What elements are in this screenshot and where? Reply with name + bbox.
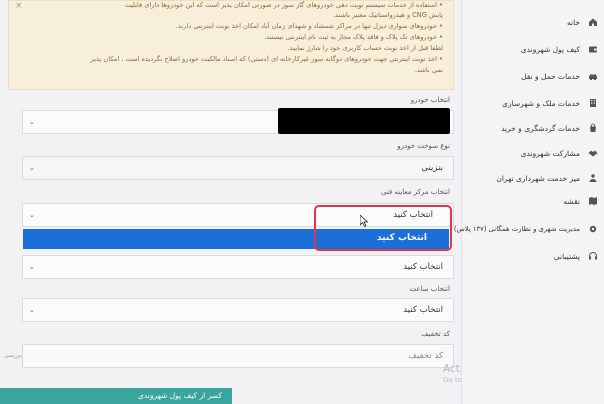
notice-line: • خودروهای سواری دیزل تنها در مراکز شمشا… xyxy=(175,22,443,30)
vehicle-label: انتخاب خودرو xyxy=(410,96,450,104)
sidebar-item-label: خدمات گردشگری و خرید xyxy=(501,123,580,133)
watermark-title: Activate Windows xyxy=(443,363,462,375)
chevron-down-icon: ⌄ xyxy=(29,164,35,172)
notice-line: پایش CNG و هیدرواستاتیک معتبر باشند. xyxy=(332,11,443,19)
sidebar-item-label: خدمات ملک و شهرسازی xyxy=(502,98,580,108)
map-icon xyxy=(588,196,598,206)
sidebar-item-home[interactable]: خانه xyxy=(462,10,604,34)
sidebar-item-label: خدمات حمل و نقل xyxy=(521,71,580,81)
sidebar-item-property[interactable]: خدمات ملک و شهرسازی xyxy=(462,91,604,115)
sidebar-item-transport[interactable]: خدمات حمل و نقل xyxy=(462,64,604,88)
highlight-box xyxy=(314,205,452,251)
sidebar-item-label: مشارکت شهروندی xyxy=(520,148,580,158)
time-value: انتخاب کنید xyxy=(403,305,443,315)
sidebar: خانه کیف پول شهروندی خدمات حمل و نقل خدم… xyxy=(454,0,604,404)
wallet-pay-label: کسر از کیف پول شهروندی xyxy=(137,391,222,400)
settings-icon xyxy=(588,224,598,234)
discount-input[interactable]: کد تخفیف xyxy=(22,344,454,368)
date-value: انتخاب کنید xyxy=(403,262,443,272)
chevron-down-icon: ⌄ xyxy=(29,263,35,271)
desk-icon xyxy=(588,173,598,183)
discount-check-link[interactable]: بررسی xyxy=(4,352,22,359)
shopping-icon xyxy=(588,123,598,133)
building-icon xyxy=(588,98,598,108)
time-label: انتخاب ساعت xyxy=(409,285,450,293)
main-content: × • استفاده از خدمات سیستم نوبت دهی خودر… xyxy=(0,0,462,404)
sidebar-item-label: میز خدمت شهرداری تهران xyxy=(496,173,580,183)
handshake-icon xyxy=(588,148,598,158)
notice-line: لطفا قبل از اخذ نوبت حساب کاربری خود را … xyxy=(287,44,443,52)
notice-line: • استفاده از خدمات سیستم نوبت دهی خودروه… xyxy=(124,1,443,9)
fuel-label: نوع سوخت خودرو xyxy=(397,142,450,150)
wallet-icon xyxy=(588,44,598,54)
notice-box: × • استفاده از خدمات سیستم نوبت دهی خودر… xyxy=(8,0,454,90)
close-icon[interactable]: × xyxy=(15,1,23,11)
date-select[interactable]: ⌄ انتخاب کنید xyxy=(22,255,454,279)
sidebar-item-service-desk[interactable]: میز خدمت شهرداری تهران xyxy=(462,166,604,190)
watermark-subtitle: Go to Settings to activate Windows. xyxy=(443,376,462,384)
sidebar-item-label: کیف پول شهروندی xyxy=(520,44,580,54)
home-icon xyxy=(588,17,598,27)
sidebar-item-label: مدیریت شهری و نظارت همگانی (۱۳۷ پلاس) xyxy=(453,225,580,233)
notice-line: نمی باشد. xyxy=(414,66,443,74)
fuel-select[interactable]: ⌄ بنزینی xyxy=(22,156,454,180)
center-label: انتخاب مرکز معاینه فنی xyxy=(380,188,450,196)
support-icon xyxy=(588,251,598,261)
car-icon xyxy=(588,71,598,81)
mouse-cursor-icon xyxy=(360,215,368,227)
sidebar-item-urban-management[interactable]: مدیریت شهری و نظارت همگانی (۱۳۷ پلاس) xyxy=(454,216,604,242)
chevron-down-icon: ⌄ xyxy=(29,118,35,126)
sidebar-item-label: نقشه xyxy=(563,196,580,206)
notice-line: • اخذ نوبت اینترنتی جهت خودروهای دوگانه … xyxy=(90,55,443,63)
notice-line: • خودروهای تک پلاک و فاقد پلاک مجاز به ث… xyxy=(264,33,443,41)
time-select[interactable]: ⌄ انتخاب کنید xyxy=(22,298,454,322)
sidebar-item-label: خانه xyxy=(566,17,580,27)
sidebar-item-tourism[interactable]: خدمات گردشگری و خرید xyxy=(462,116,604,140)
discount-placeholder: کد تخفیف xyxy=(408,351,443,361)
fuel-value: بنزینی xyxy=(421,163,443,173)
sidebar-item-wallet[interactable]: کیف پول شهروندی xyxy=(462,37,604,61)
chevron-down-icon: ⌄ xyxy=(29,306,35,314)
sidebar-item-label: پشتیبانی xyxy=(553,251,580,261)
chevron-down-icon: ⌄ xyxy=(29,211,35,219)
discount-label: کد تخفیف xyxy=(421,330,450,338)
sidebar-item-map[interactable]: نقشه xyxy=(462,189,604,213)
sidebar-item-participation[interactable]: مشارکت شهروندی xyxy=(462,141,604,165)
redacted-plate xyxy=(278,108,450,134)
sidebar-item-support[interactable]: پشتیبانی xyxy=(462,244,604,268)
wallet-pay-button[interactable]: کسر از کیف پول شهروندی xyxy=(0,388,232,404)
